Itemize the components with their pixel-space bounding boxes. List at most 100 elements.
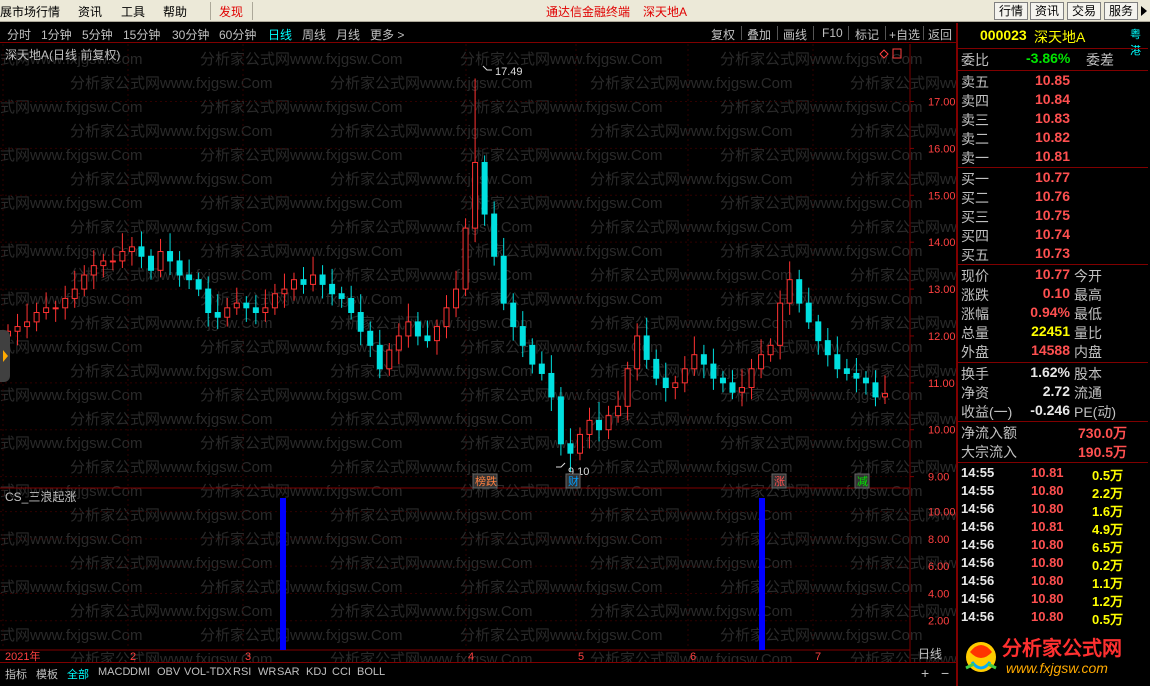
candle-body [777, 302, 784, 346]
ask-row[interactable]: 卖一 10.81 [958, 148, 1148, 167]
candle-body [300, 279, 307, 285]
stat-row[interactable]: 现价 10.77 今开 [958, 266, 1148, 285]
candle-body [758, 354, 765, 370]
service-button[interactable]: 服务 [1104, 2, 1139, 20]
bid-row[interactable]: 买五 10.73 [958, 245, 1148, 264]
candle-body [109, 260, 116, 263]
menu-market[interactable]: 展市场行情 [0, 3, 60, 20]
menu-discover[interactable]: 发现 [219, 3, 243, 20]
svg-text:分析家公式网www.fxjgsw.Com: 分析家公式网www.fxjgsw.Com [0, 195, 143, 212]
candle-body [824, 340, 831, 356]
news-button[interactable]: 资讯 [1030, 2, 1065, 20]
flow-row: 净流入额 730.0万 [961, 425, 1128, 441]
candle-body [691, 354, 698, 370]
svg-text:分析家公式网www.fxjgsw.Com: 分析家公式网www.fxjgsw.Com [70, 507, 273, 524]
menu-help[interactable]: 帮助 [163, 3, 187, 20]
tf-30min[interactable]: 30分钟 [172, 26, 209, 43]
menu-tools[interactable]: 工具 [121, 3, 145, 20]
stat-row[interactable]: 总量 22451 量比 [958, 323, 1148, 342]
tf-5min[interactable]: 5分钟 [82, 26, 113, 43]
back-button[interactable]: 返回 [928, 26, 952, 43]
side-panel-handle[interactable] [0, 330, 10, 382]
adjust-button[interactable]: 复权 [711, 26, 735, 43]
add-watchlist-button[interactable]: +自选 [889, 26, 920, 43]
tf-weekly[interactable]: 周线 [302, 26, 326, 43]
indicator-tab[interactable]: RSI [233, 666, 251, 678]
bid-row[interactable]: 买二 10.76 [958, 188, 1148, 207]
indicator-tab[interactable]: CCI [332, 666, 351, 678]
candle-body [33, 312, 40, 323]
trade-button[interactable]: 交易 [1067, 2, 1102, 20]
indicator-tab[interactable]: SAR [277, 666, 300, 678]
candle-body [453, 288, 460, 309]
bid-row[interactable]: 买四 10.74 [958, 226, 1148, 245]
ask-row-value: 10.85 [1034, 72, 1070, 88]
indicator-tab[interactable]: VOL-TDX [184, 666, 232, 678]
candle-body [338, 293, 345, 299]
svg-text:分析家公式网www.fxjgsw.Com: 分析家公式网www.fxjgsw.Com [330, 123, 533, 140]
indicator-tab[interactable]: 模板 [36, 666, 58, 682]
bid-row[interactable]: 买一 10.77 [958, 169, 1148, 188]
overlay-button[interactable]: 叠加 [747, 26, 771, 43]
ask-row[interactable]: 卖三 10.83 [958, 110, 1148, 129]
expand-arrow-icon [3, 350, 8, 362]
kline-chart[interactable]: 分析家公式网www.fxjgsw.Com 分析家公式网www.fxjgsw.Com… [0, 44, 956, 662]
menu-news[interactable]: 资讯 [78, 3, 102, 20]
bid-row[interactable]: 买三 10.75 [958, 207, 1148, 226]
indicator-tab[interactable]: BOLL [357, 666, 385, 678]
svg-text:分析家公式网www.fxjgsw.Com: 分析家公式网www.fxjgsw.Com [0, 291, 143, 308]
market-button[interactable]: 行情 [994, 2, 1029, 20]
stat2-row[interactable]: 净资 2.72 流通 [958, 383, 1148, 402]
svg-text:分析家公式网www.fxjgsw.Com: 分析家公式网www.fxjgsw.Com [590, 171, 793, 188]
tick-row: 14:56 10.81 4.9万 [961, 519, 1124, 537]
ask-row[interactable]: 卖二 10.82 [958, 129, 1148, 148]
candle-body [882, 393, 888, 398]
svg-text:分析家公式网www.fxjgsw.Com: 分析家公式网www.fxjgsw.Com [850, 267, 956, 284]
stat2-row-label: 净资 [961, 385, 989, 401]
stat-row-label2: 最低 [1074, 306, 1102, 322]
indicator-tab[interactable]: WR [258, 666, 276, 678]
draw-button[interactable]: 画线 [783, 26, 807, 43]
ask-row[interactable]: 卖五 10.85 [958, 72, 1148, 91]
tf-daily[interactable]: 日线 [268, 26, 292, 43]
indicator-tab[interactable]: 全部 [67, 666, 89, 682]
tick-row: 14:56 10.80 1.6万 [961, 501, 1124, 519]
ask-row[interactable]: 卖四 10.84 [958, 91, 1148, 110]
tf-monthly[interactable]: 月线 [336, 26, 360, 43]
stat-row[interactable]: 涨跌 0.10 最高 [958, 285, 1148, 304]
bid-row-value: 10.73 [1034, 245, 1070, 261]
indicator-tab[interactable]: 指标 [5, 666, 27, 682]
candle-body [224, 307, 231, 318]
tf-60min[interactable]: 60分钟 [219, 26, 256, 43]
candle-body [681, 368, 688, 384]
svg-text:分析家公式网www.fxjgsw.Com: 分析家公式网www.fxjgsw.Com [0, 339, 143, 356]
indicator-tab[interactable]: DMI [130, 666, 150, 678]
indicator-tab[interactable]: MACD [98, 666, 130, 678]
indicator-tab[interactable]: KDJ [306, 666, 327, 678]
tf-intraday[interactable]: 分时 [7, 26, 31, 43]
f10-button[interactable]: F10 [822, 26, 843, 40]
stat2-row[interactable]: 收益(一) -0.246 PE(动) [958, 402, 1148, 421]
webi-row: 委比 -3.86% 委差 [961, 50, 1114, 68]
candle-body [62, 297, 69, 309]
candle-body [310, 274, 317, 285]
ask-row-value: 10.84 [1034, 91, 1070, 107]
tf-15min[interactable]: 15分钟 [123, 26, 160, 43]
mark-button[interactable]: 标记 [855, 26, 879, 43]
candle-body [214, 312, 221, 318]
tf-1min[interactable]: 1分钟 [41, 26, 72, 43]
tick-row: 14:56 10.80 0.5万 [961, 609, 1124, 627]
tf-more[interactable]: 更多 > [370, 26, 404, 43]
stat-row[interactable]: 外盘 14588 内盘 [958, 342, 1148, 361]
svg-text:分析家公式网www.fxjgsw.Com: 分析家公式网www.fxjgsw.Com [330, 651, 533, 662]
candle-body [643, 335, 650, 360]
candle-body [491, 213, 498, 257]
indicator-tab[interactable]: OBV [157, 666, 180, 678]
stat2-row[interactable]: 换手 1.62% 股本 [958, 364, 1148, 383]
candle-body [615, 405, 622, 417]
candle-body [52, 307, 59, 310]
zoom-controls[interactable]: + − [915, 664, 956, 684]
stat-row[interactable]: 涨幅 0.94% 最低 [958, 304, 1148, 323]
date-axis-label: 5 [578, 651, 584, 662]
scroll-arrow-icon[interactable] [1140, 5, 1148, 17]
